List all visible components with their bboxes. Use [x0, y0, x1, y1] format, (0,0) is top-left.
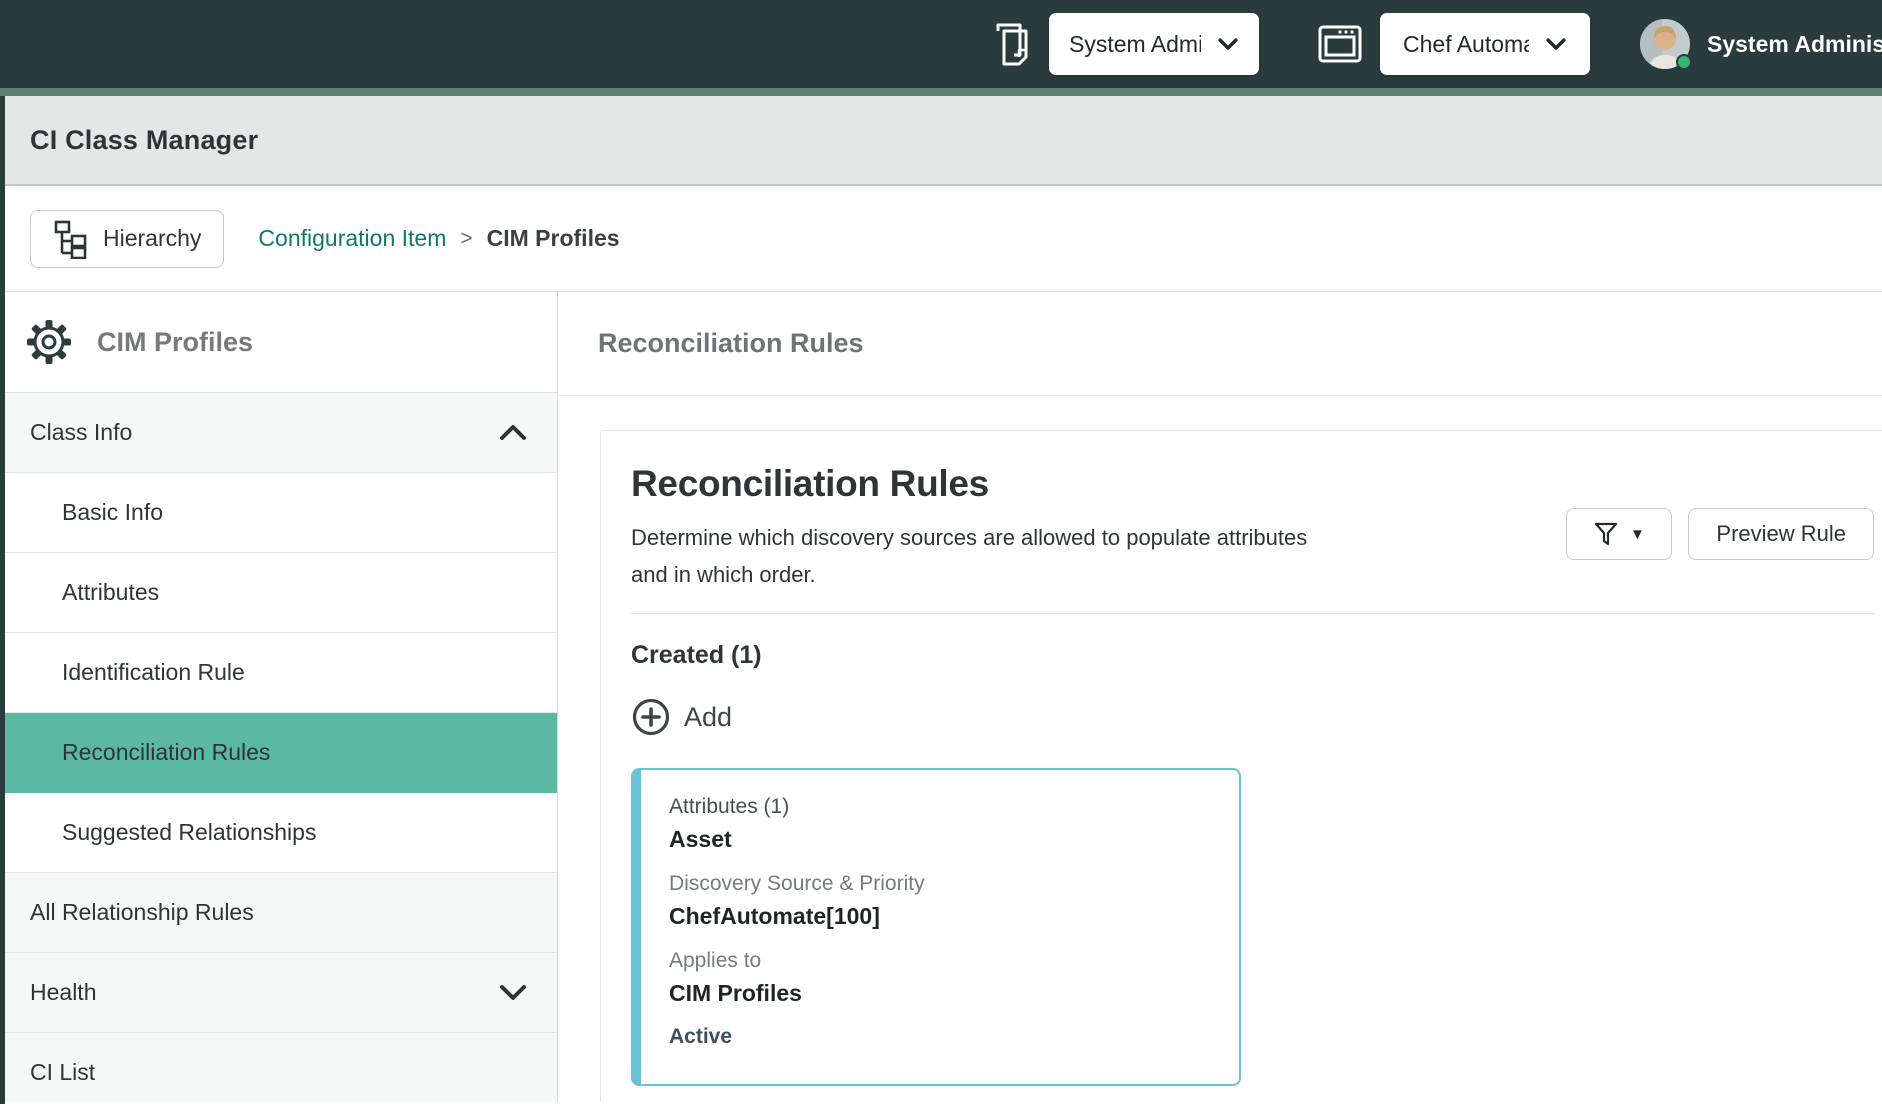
- sidebar-item-attributes[interactable]: Attributes: [0, 553, 557, 633]
- sidebar-item-label: Basic Info: [62, 499, 163, 526]
- ci-class-manager-app: System Administrator Chef Automate: [0, 0, 1882, 1104]
- sidebar-nav: Class Info Basic Info Attributes Identif…: [0, 393, 557, 1102]
- sidebar-item-health[interactable]: Health: [0, 953, 557, 1033]
- card-headings: Reconciliation Rules Determine which dis…: [631, 463, 1331, 593]
- sidebar-item-all-relationship-rules[interactable]: All Relationship Rules: [0, 873, 557, 953]
- sidebar-item-label: Class Info: [30, 419, 132, 446]
- created-heading: Created (1): [631, 641, 1874, 670]
- gear-icon: [25, 318, 73, 366]
- section-description: Determine which discovery sources are al…: [631, 519, 1331, 593]
- sidebar-item-label: Reconciliation Rules: [62, 739, 270, 766]
- section-divider: [631, 613, 1874, 614]
- application-picker[interactable]: Chef Automate: [1380, 13, 1590, 75]
- sidebar-item-class-info[interactable]: Class Info: [0, 393, 557, 473]
- panel-header: Reconciliation Rules: [558, 292, 1882, 396]
- reconciliation-rules-card: Reconciliation Rules Determine which dis…: [600, 430, 1882, 1102]
- rule-field-label: Applies to: [669, 946, 1215, 976]
- breadcrumb-separator: >: [460, 227, 472, 251]
- rule-field: Applies to CIM Profiles: [669, 946, 1215, 1010]
- rule-field-value: CIM Profiles: [669, 976, 1215, 1010]
- chevron-down-icon: [1217, 37, 1239, 51]
- top-nav: System Administrator Chef Automate: [0, 0, 1882, 88]
- plus-circle-icon: [631, 697, 671, 737]
- sidebar-item-reconciliation-rules[interactable]: Reconciliation Rules: [0, 713, 557, 793]
- breadcrumb: Configuration Item > CIM Profiles: [258, 225, 619, 252]
- sidebar-title: CIM Profiles: [97, 327, 253, 358]
- sidebar-item-label: Identification Rule: [62, 659, 245, 686]
- rule-field-label: Attributes (1): [669, 792, 1215, 822]
- sidebar-item-identification-rule[interactable]: Identification Rule: [0, 633, 557, 713]
- left-edge-strip: [0, 96, 5, 1104]
- sidebar-item-label: All Relationship Rules: [30, 899, 254, 926]
- update-set-picker[interactable]: System Administrator: [1049, 13, 1259, 75]
- filter-button[interactable]: ▼: [1566, 508, 1672, 560]
- panel-title: Reconciliation Rules: [598, 328, 864, 359]
- stacked-documents-icon: [990, 19, 1036, 69]
- hierarchy-icon: [53, 219, 89, 259]
- application-value: Chef Automate: [1403, 31, 1529, 58]
- sidebar-item-basic-info[interactable]: Basic Info: [0, 473, 557, 553]
- sidebar-item-label: CI List: [30, 1059, 95, 1086]
- breadcrumb-current: CIM Profiles: [487, 225, 620, 252]
- sidebar-item-label: Suggested Relationships: [62, 819, 316, 846]
- section-title: Reconciliation Rules: [631, 463, 1331, 505]
- avatar[interactable]: [1640, 19, 1690, 69]
- content: CIM Profiles Class Info Basic Info Attri…: [0, 292, 1882, 1102]
- chevron-up-icon: [497, 423, 529, 442]
- update-set-icon[interactable]: [987, 18, 1039, 70]
- rule-status-badge: Active: [669, 1025, 1215, 1049]
- main-panel: Reconciliation Rules Reconciliation Rule…: [558, 292, 1882, 1102]
- breadcrumb-configuration-item[interactable]: Configuration Item: [258, 225, 446, 252]
- rule-field-label: Discovery Source & Priority: [669, 869, 1215, 899]
- rule-field: Attributes (1) Asset: [669, 792, 1215, 856]
- hierarchy-label: Hierarchy: [103, 225, 201, 252]
- funnel-icon: [1594, 521, 1618, 547]
- hierarchy-button[interactable]: Hierarchy: [30, 210, 224, 268]
- add-label: Add: [684, 702, 732, 733]
- breadcrumb-row: Hierarchy Configuration Item > CIM Profi…: [0, 186, 1882, 292]
- rule-field-value: ChefAutomate[100]: [669, 899, 1215, 933]
- app-window-icon: [1317, 24, 1363, 64]
- user-name[interactable]: System Administrator: [1707, 31, 1882, 58]
- sidebar-header: CIM Profiles: [0, 292, 557, 393]
- presence-dot: [1676, 54, 1692, 70]
- caret-down-icon: ▼: [1630, 526, 1645, 543]
- sidebar-item-label: Attributes: [62, 579, 159, 606]
- rule-card[interactable]: Attributes (1) Asset Discovery Source & …: [631, 768, 1241, 1086]
- chevron-down-icon: [1545, 37, 1567, 51]
- rule-field-value: Asset: [669, 822, 1215, 856]
- sidebar: CIM Profiles Class Info Basic Info Attri…: [0, 292, 558, 1102]
- rule-field: Discovery Source & Priority ChefAutomate…: [669, 869, 1215, 933]
- update-set-value: System Administrator: [1069, 31, 1201, 58]
- sidebar-item-suggested-relationships[interactable]: Suggested Relationships: [0, 793, 557, 873]
- sidebar-item-label: Health: [30, 979, 96, 1006]
- card-actions: ▼ Preview Rule: [1566, 508, 1874, 560]
- chevron-down-icon: [497, 983, 529, 1002]
- add-rule-button[interactable]: Add: [631, 697, 732, 737]
- card-top: Reconciliation Rules Determine which dis…: [631, 463, 1874, 593]
- application-scope-icon[interactable]: [1314, 18, 1366, 70]
- preview-rule-button[interactable]: Preview Rule: [1688, 508, 1874, 560]
- sidebar-item-ci-list[interactable]: CI List: [0, 1033, 557, 1102]
- accent-strip: [0, 88, 1882, 96]
- title-bar: CI Class Manager: [0, 96, 1882, 186]
- page-title: CI Class Manager: [30, 125, 258, 156]
